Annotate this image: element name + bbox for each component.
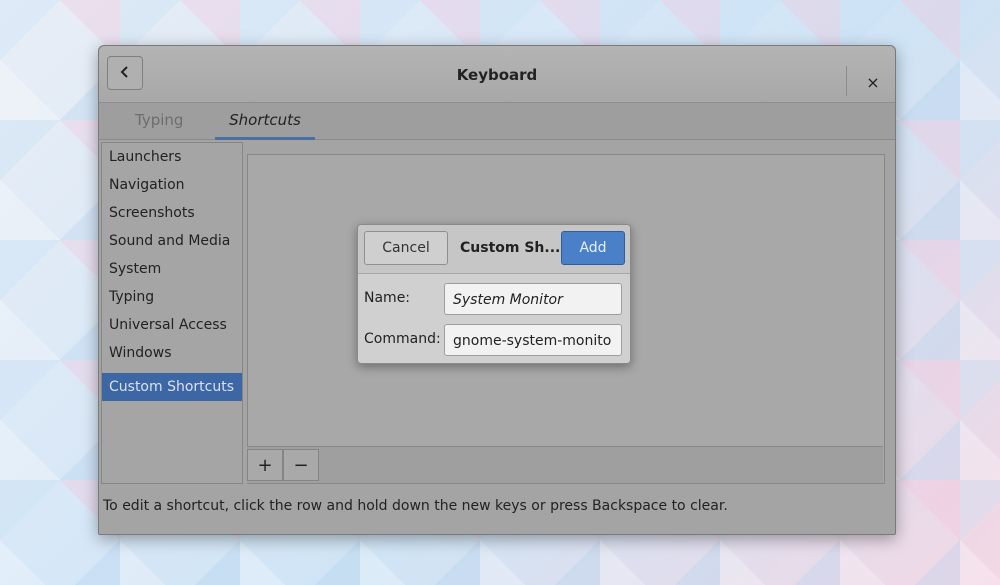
remove-shortcut-button[interactable]: − [283,449,319,481]
footer-hint: To edit a shortcut, click the row and ho… [103,498,728,514]
sidebar-item-typing[interactable]: Typing [102,283,242,311]
add-shortcut-button[interactable]: + [247,449,283,481]
sidebar-item-custom-shortcuts[interactable]: Custom Shortcuts [102,373,242,401]
plus-icon: + [257,454,273,476]
add-button[interactable]: Add [561,231,625,265]
name-label: Name: [364,290,411,306]
custom-shortcut-dialog: Cancel Custom Sh... Add Name: System Mon… [357,224,631,364]
minus-icon: − [293,454,309,476]
header-bar: Keyboard × [99,46,895,103]
dialog-title: Custom Sh... [460,240,561,256]
window-title: Keyboard [456,66,538,84]
tab-shortcuts[interactable]: Shortcuts [215,111,315,140]
cancel-button[interactable]: Cancel [364,231,448,265]
tab-bar: Typing Shortcuts [99,103,895,140]
header-separator [846,66,847,96]
sidebar-item-launchers[interactable]: Launchers [102,143,242,171]
close-button[interactable]: × [863,72,883,92]
tab-typing[interactable]: Typing [135,111,183,137]
sidebar-item-screenshots[interactable]: Screenshots [102,199,242,227]
sidebar-item-universal-access[interactable]: Universal Access [102,311,242,339]
dialog-header: Cancel Custom Sh... Add [358,225,630,274]
sidebar-item-windows[interactable]: Windows [102,339,242,367]
shortcut-category-list: Launchers Navigation Screenshots Sound a… [101,142,243,484]
keyboard-settings-window: Keyboard × Typing Shortcuts Launchers Na… [98,45,896,535]
sidebar-item-navigation[interactable]: Navigation [102,171,242,199]
command-label: Command: [364,331,441,347]
command-field[interactable]: gnome-system-monito [444,324,622,356]
sidebar-item-system[interactable]: System [102,255,242,283]
list-toolbar: + − [247,446,883,483]
name-field[interactable]: System Monitor [444,283,622,315]
close-icon: × [866,72,880,92]
sidebar-item-sound-and-media[interactable]: Sound and Media [102,227,242,255]
